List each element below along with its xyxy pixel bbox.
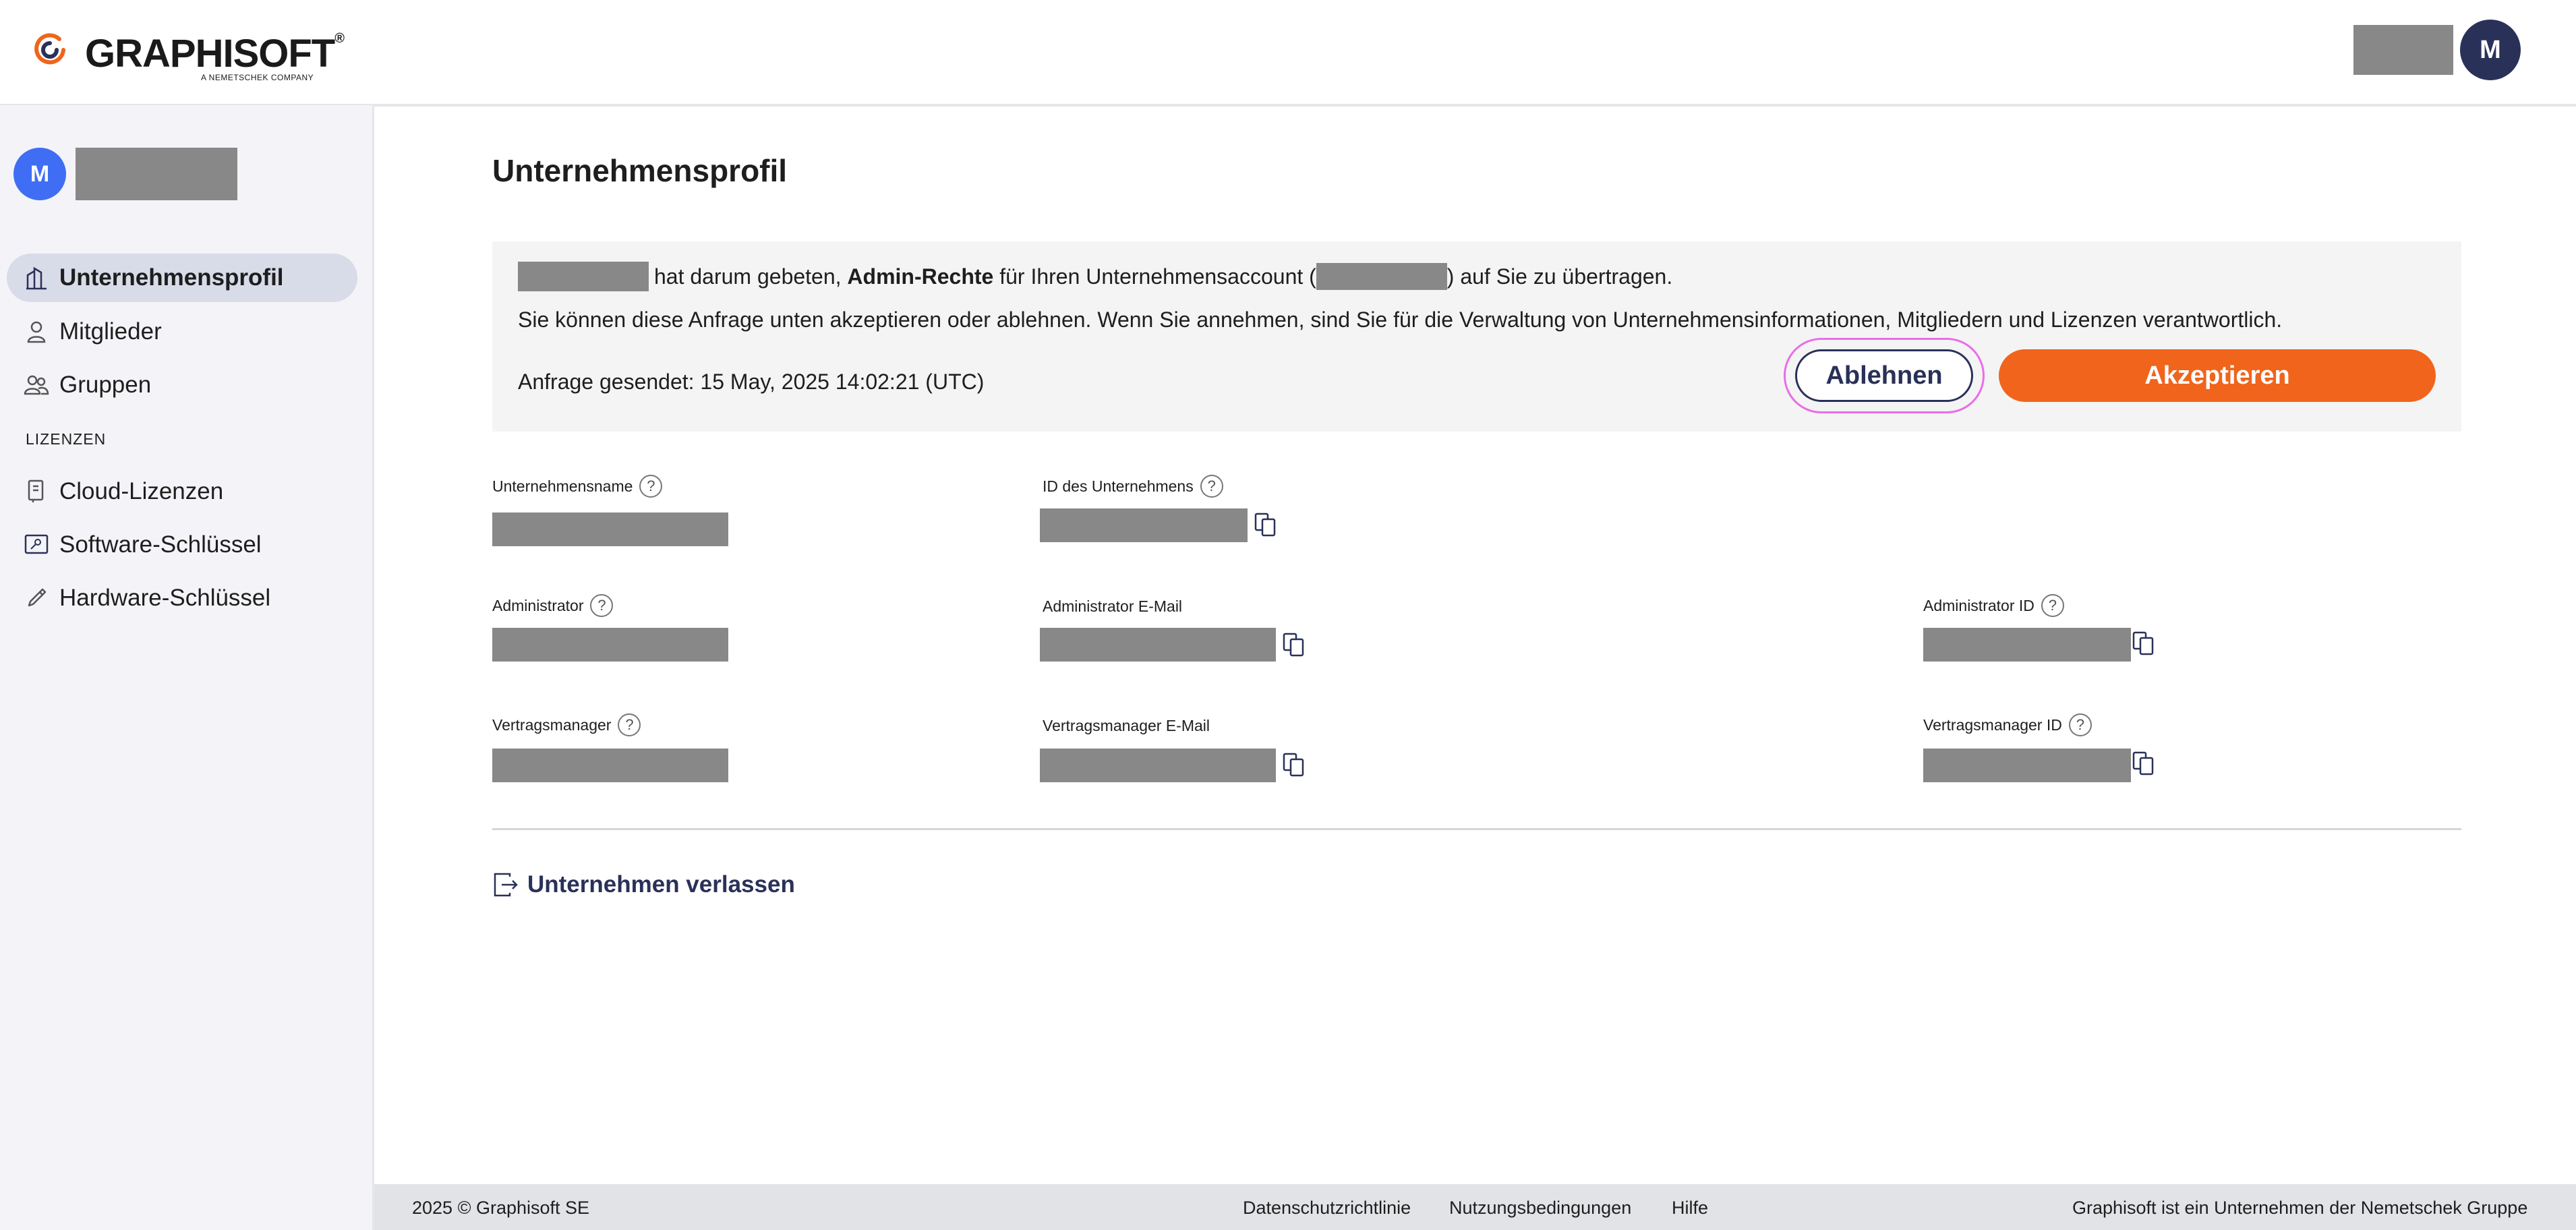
building-icon: [23, 264, 50, 291]
help-icon[interactable]: ?: [2041, 594, 2064, 617]
redacted-account: [1316, 263, 1447, 290]
sidebar-item-gruppen[interactable]: Gruppen: [7, 361, 357, 409]
leave-company-link[interactable]: Unternehmen verlassen: [492, 871, 795, 898]
person-icon: [23, 318, 50, 345]
sidebar: M Unternehmensprofil Mitglieder Gruppen …: [0, 105, 374, 1230]
footer-tagline: Graphisoft ist ein Unternehmen der Nemet…: [2072, 1198, 2528, 1218]
contract-id-label: Vertragsmanager ID ?: [1923, 713, 2092, 736]
cloud-license-icon: [23, 478, 50, 505]
redacted-requester: [518, 262, 649, 291]
help-icon[interactable]: ?: [618, 713, 641, 736]
sidebar-item-hardware-schluessel[interactable]: Hardware-Schlüssel: [7, 574, 357, 622]
contract-manager-value: [492, 749, 728, 782]
sidebar-item-label: Unternehmensprofil: [59, 264, 284, 291]
software-key-icon: [23, 531, 50, 558]
hardware-key-icon: [23, 585, 50, 612]
sidebar-item-cloud-lizenzen[interactable]: Cloud-Lizenzen: [7, 467, 357, 516]
help-icon[interactable]: ?: [590, 594, 614, 617]
help-icon[interactable]: ?: [2068, 713, 2092, 736]
copy-icon[interactable]: [1253, 511, 1281, 539]
admin-id-label: Administrator ID ?: [1923, 594, 2064, 617]
logo-mark-icon: [34, 33, 65, 65]
exit-icon: [494, 873, 518, 897]
admin-email-label: Administrator E-Mail: [1043, 597, 1183, 615]
admin-email-value: [1040, 628, 1276, 662]
copy-icon[interactable]: [1281, 631, 1310, 660]
contract-manager-label: Vertragsmanager ?: [492, 713, 641, 736]
footer-terms-link[interactable]: Nutzungsbedingungen: [1449, 1198, 1631, 1219]
page-title: Unternehmensprofil: [492, 153, 788, 188]
section-label-lizenzen: LIZENZEN: [26, 430, 107, 448]
sidebar-item-label: Cloud-Lizenzen: [59, 478, 224, 504]
group-icon: [23, 372, 50, 399]
company-name-label: Unternehmensname ?: [492, 475, 663, 498]
company-name-value: [492, 512, 728, 546]
request-sent-date: Anfrage gesendet: 15 May, 2025 14:02:21 …: [518, 370, 985, 394]
contract-email-value: [1040, 749, 1276, 782]
sidebar-item-label: Gruppen: [59, 372, 152, 398]
redacted-company-name: [76, 148, 237, 200]
decline-button[interactable]: Ablehnen: [1784, 338, 1985, 413]
company-id-label: ID des Unternehmens ?: [1043, 475, 1223, 498]
footer-help-link[interactable]: Hilfe: [1672, 1198, 1708, 1219]
user-avatar[interactable]: M: [2460, 20, 2521, 80]
top-bar: GRAPHISOFT® A NEMETSCHEK COMPANY M: [0, 0, 2576, 107]
sidebar-item-label: Software-Schlüssel: [59, 531, 262, 558]
footer-copyright: 2025 © Graphisoft SE: [412, 1198, 590, 1218]
sidebar-item-label: Hardware-Schlüssel: [59, 585, 271, 611]
contract-email-label: Vertragsmanager E-Mail: [1043, 717, 1210, 734]
graphisoft-logo[interactable]: GRAPHISOFT® A NEMETSCHEK COMPANY: [32, 31, 345, 82]
section-divider: [492, 828, 2461, 830]
logo-subtitle: A NEMETSCHEK COMPANY: [201, 73, 314, 82]
accept-button[interactable]: Akzeptieren: [1999, 349, 2436, 402]
sidebar-item-mitglieder[interactable]: Mitglieder: [7, 308, 357, 356]
sidebar-item-unternehmensprofil[interactable]: Unternehmensprofil: [7, 254, 357, 302]
request-message: hat darum gebeten, Admin-Rechte für Ihre…: [518, 262, 1672, 291]
redacted-user-name: [2353, 25, 2453, 75]
sidebar-item-software-schluessel[interactable]: Software-Schlüssel: [7, 521, 357, 569]
contract-id-value: [1923, 749, 2131, 782]
company-id-value: [1040, 508, 1248, 542]
admin-transfer-request: hat darum gebeten, Admin-Rechte für Ihre…: [492, 241, 2461, 432]
sidebar-item-label: Mitglieder: [59, 318, 162, 345]
help-icon[interactable]: ?: [1200, 475, 1223, 498]
copy-icon[interactable]: [1281, 751, 1310, 780]
request-explanation: Sie können diese Anfrage unten akzeptier…: [518, 308, 2283, 332]
admin-id-value: [1923, 628, 2131, 662]
help-icon[interactable]: ?: [639, 475, 663, 498]
admin-value: [492, 628, 728, 662]
admin-label: Administrator ?: [492, 594, 614, 617]
copy-icon[interactable]: [2131, 750, 2159, 778]
company-avatar: M: [13, 148, 66, 200]
footer-privacy-link[interactable]: Datenschutzrichtlinie: [1243, 1198, 1411, 1219]
logo-text: GRAPHISOFT®: [85, 31, 345, 76]
copy-icon[interactable]: [2131, 630, 2159, 658]
footer: 2025 © Graphisoft SE Datenschutzrichtlin…: [374, 1184, 2576, 1230]
